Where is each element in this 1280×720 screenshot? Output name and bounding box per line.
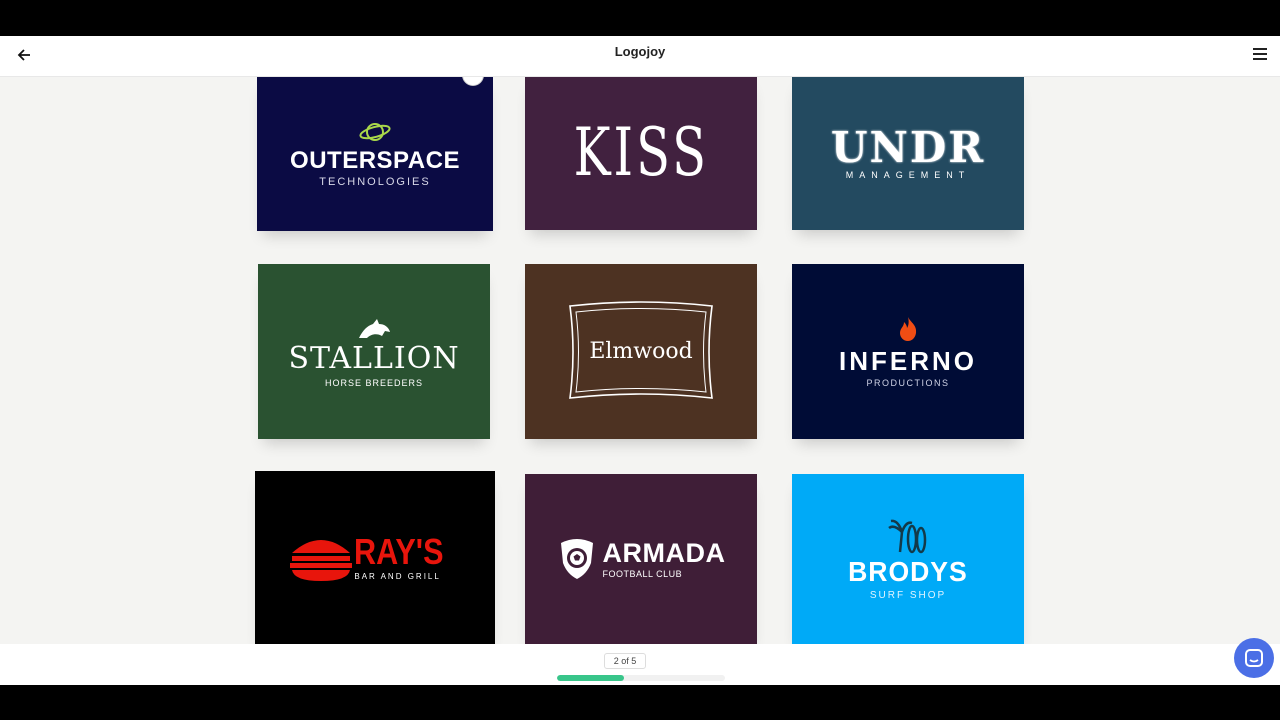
logo-card-rays[interactable]: RAY'S BAR AND GRILL: [255, 471, 495, 644]
pagination-footer: 2 of 5: [0, 644, 1280, 685]
logo-card-outerspace[interactable]: OUTERSPACE TECHNOLOGIES: [257, 76, 493, 231]
chat-icon: [1245, 649, 1263, 667]
logo-subtitle: FOOTBALL CLUB: [602, 568, 683, 579]
logo-card-brodys[interactable]: BRODYS SURF SHOP: [792, 474, 1024, 644]
logo-subtitle: HORSE BREEDERS: [324, 377, 424, 388]
logo-subtitle: PRODUCTIONS: [866, 377, 950, 388]
logo-subtitle: MANAGEMENT: [845, 169, 971, 180]
logo-title: OUTERSPACE: [290, 147, 460, 174]
top-bar: Logojoy: [0, 36, 1280, 77]
logo-card-stallion[interactable]: STALLION HORSE BREEDERS: [258, 264, 490, 439]
page-title: Logojoy: [614, 44, 666, 59]
flame-icon: [900, 316, 917, 341]
palm-surfboard-icon: [888, 519, 927, 553]
burger-icon: [290, 539, 353, 581]
logo-subtitle: SURF SHOP: [869, 589, 947, 601]
app-frame: Logojoy OUTERSPACE TECHNOLOGIES KISS UND…: [0, 36, 1280, 685]
shield-ball-icon: [560, 539, 593, 579]
logo-title: INFERNO: [839, 345, 977, 376]
logo-card-undr[interactable]: UNDR MANAGEMENT: [792, 76, 1024, 230]
logo-title: STALLION: [288, 340, 460, 376]
menu-button[interactable]: [1252, 46, 1268, 62]
progress-bar: [557, 675, 725, 681]
planet-icon: [359, 123, 391, 141]
logo-card-armada[interactable]: ARMADA FOOTBALL CLUB: [525, 474, 757, 644]
chat-button[interactable]: [1234, 638, 1274, 678]
logo-card-elmwood[interactable]: Elmwood: [525, 264, 757, 439]
logo-title: UNDR: [830, 122, 986, 172]
progress-fill: [557, 675, 625, 681]
logo-subtitle: TECHNOLOGIES: [319, 176, 431, 188]
armada-text-group: ARMADA FOOTBALL CLUB: [602, 537, 726, 579]
logo-card-inferno[interactable]: INFERNO PRODUCTIONS: [792, 264, 1024, 439]
logo-title: RAY'S: [354, 531, 444, 572]
rays-text-group: RAY'S BAR AND GRILL: [354, 534, 459, 581]
horse-head-icon: [359, 318, 390, 338]
logo-title: ARMADA: [602, 537, 726, 568]
logo-card-kiss[interactable]: KISS: [525, 76, 757, 230]
hamburger-menu-icon: [1253, 48, 1267, 50]
logo-title: Elmwood: [589, 338, 693, 364]
logo-title: BRODYS: [848, 555, 968, 587]
page-indicator: 2 of 5: [604, 653, 646, 669]
logo-subtitle: BAR AND GRILL: [354, 572, 441, 581]
logo-title: KISS: [573, 114, 709, 191]
